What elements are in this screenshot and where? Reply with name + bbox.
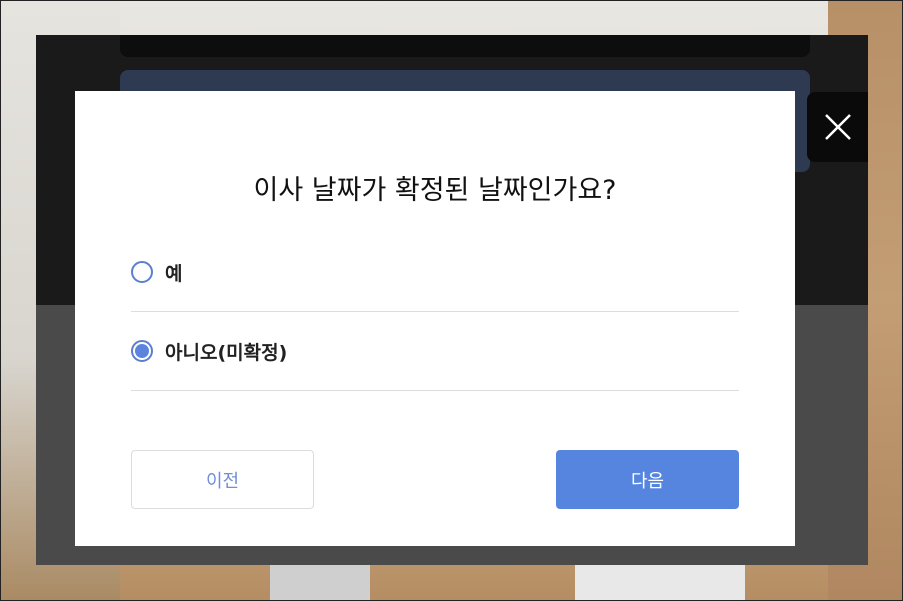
radio-dot bbox=[135, 344, 149, 358]
option-no-undecided[interactable]: 아니오(미확정) bbox=[131, 312, 739, 391]
close-button[interactable] bbox=[807, 92, 868, 162]
underlying-panel bbox=[120, 35, 810, 57]
option-yes[interactable]: 예 bbox=[131, 233, 739, 312]
radio-selected[interactable] bbox=[131, 340, 153, 362]
option-label: 아니오(미확정) bbox=[165, 341, 288, 364]
move-date-dialog: 이사 날짜가 확정된 날짜인가요? 예 아니오(미확정) 이전 다음 bbox=[75, 91, 795, 546]
option-label: 예 bbox=[165, 262, 183, 285]
background-strip bbox=[575, 565, 745, 601]
dialog-question: 이사 날짜가 확정된 날짜인가요? bbox=[253, 175, 617, 206]
radio-unselected[interactable] bbox=[131, 261, 153, 283]
background-strip bbox=[270, 565, 370, 601]
prev-button[interactable]: 이전 bbox=[131, 450, 314, 509]
close-icon bbox=[824, 114, 851, 140]
next-button[interactable]: 다음 bbox=[556, 450, 739, 509]
